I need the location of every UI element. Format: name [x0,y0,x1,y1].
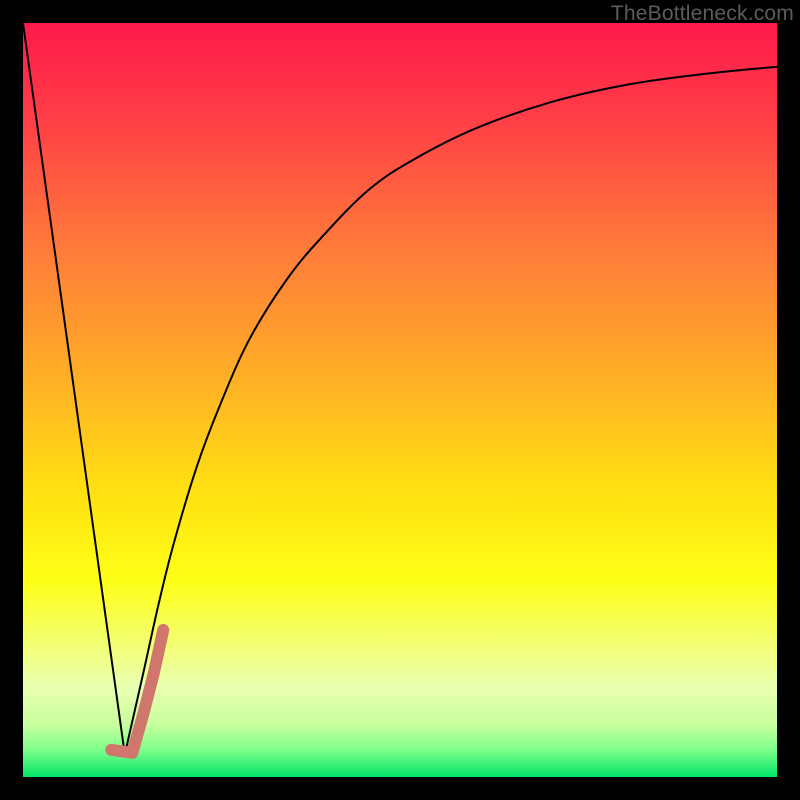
watermark-text: TheBottleneck.com [611,2,794,26]
gradient-background [23,23,777,777]
chart-frame: TheBottleneck.com [0,0,800,800]
bottleneck-chart [23,23,777,777]
plot-area [23,23,777,777]
